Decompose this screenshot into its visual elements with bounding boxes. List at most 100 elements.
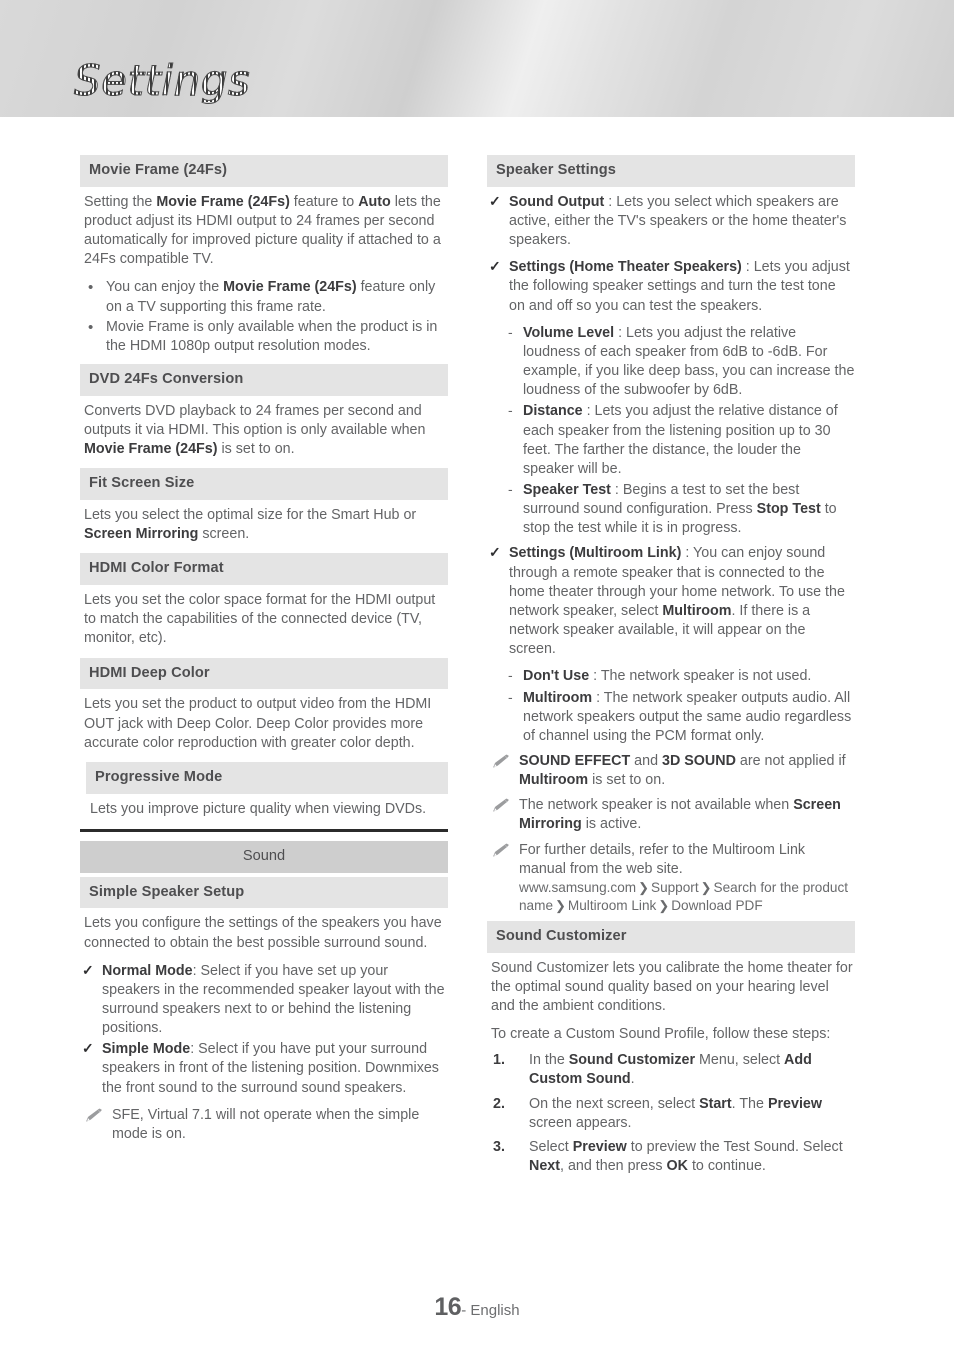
step-number: 3. [493,1138,505,1155]
text-bold: Auto [358,193,391,210]
pencil-note-icon [491,798,509,813]
list-item: - Multiroom : The network speaker outputs… [507,689,855,746]
text-fragment: are not applied if [735,753,846,769]
text-fragment: , and then press [560,1158,667,1174]
dash-icon: - [508,667,513,684]
text-bold: Preview [767,1095,822,1112]
list-item-note: SFE, Virtual 7.1 will not operate when t… [82,1106,448,1144]
text-fragment: screen appears. [529,1114,632,1131]
section-heading-hdmi-deep-color: HDMI Deep Color [80,657,448,690]
text-bold: Multiroom [523,689,593,706]
section-heading-movie-frame: Movie Frame (24Fs) [80,155,448,187]
step-number: 2. [493,1095,505,1112]
check-icon: ✓ [489,192,501,209]
url-part: Download PDF [671,897,763,913]
text-fragment: On the next screen, select [529,1095,700,1112]
list-item: - Speaker Test : Begins a test to set the… [507,481,855,538]
text-bold: Start [699,1095,732,1112]
text-bold: Volume Level [523,324,615,341]
list-item-step: 2. On the next screen, select Start. The … [491,1095,855,1133]
step-number: 1. [493,1052,505,1069]
dash-icon: - [508,480,513,497]
text-fragment: to preview the Test Sound. Select [626,1138,843,1155]
section-heading-fit-screen-size: Fit Screen Size [80,468,448,501]
text-fragment: You can enjoy the [106,279,224,296]
text-fragment: Lets you select the optimal size for the… [84,507,417,524]
text-bold: OK [666,1158,688,1174]
page-number: 16 [434,1293,462,1321]
list-item: ✓ Simple Mode: Select if you have put you… [82,1040,448,1097]
text-bold: Multiroom [662,602,732,619]
text-fragment: For further details, refer to the Multir… [519,841,806,877]
check-list-sound-output: ✓ Sound Output : Lets you select which sp… [487,193,855,250]
section-heading-dvd-24fs-conversion: DVD 24Fs Conversion [80,364,448,396]
group-heading-sound: Sound [80,840,448,873]
list-item: - Don't Use : The network speaker is not … [507,667,855,686]
section-heading-sound-customizer: Sound Customizer [487,920,855,953]
dash-list-home-theater-subitems: - Volume Level : Lets you adjust the rela… [507,324,855,539]
text-bold: Movie Frame (24Fs) [84,441,218,458]
dash-icon: - [508,323,513,340]
text-fragment: . The [731,1095,768,1112]
pencil-note-icon [491,843,509,858]
page-content: Movie Frame (24Fs) Setting the Movie Fra… [0,117,954,1354]
text-bold: Settings (Multiroom Link) [509,545,682,562]
dash-icon: - [508,402,513,419]
list-item: ✓ Sound Output : Lets you select which sp… [489,193,855,250]
text-bold: Next [529,1158,560,1174]
list-item: • You can enjoy the Movie Frame (24Fs) fe… [84,278,448,316]
text-bold: Sound Output [509,193,605,210]
list-item: • Movie Frame is only available when the … [84,318,448,356]
text-bold: Sound Customizer [568,1052,696,1069]
text-fragment: Select [529,1138,573,1155]
list-item-note: SOUND EFFECT and 3D SOUND are not applie… [489,752,855,790]
section-divider [80,828,448,832]
list-item: - Volume Level : Lets you adjust the rela… [507,324,855,401]
url-part: www.samsung.com [519,879,637,895]
text-bold: Movie Frame (24Fs) [223,279,357,296]
list-item-step: 3. Select Preview to preview the Test Sou… [491,1138,855,1176]
paragraph-fit-screen-size: Lets you select the optimal size for the… [80,506,448,544]
text-fragment: to continue. [687,1158,766,1174]
section-heading-progressive-mode: Progressive Mode [86,761,448,794]
paragraph-hdmi-deep-color: Lets you set the product to output video… [84,696,432,751]
left-column: Movie Frame (24Fs) Setting the Movie Fra… [80,155,448,1150]
check-list-speaker-modes: ✓ Normal Mode: Select if you have set up … [80,962,448,1098]
list-item: ✓ Settings (Home Theater Speakers) : Lets… [489,258,855,315]
text-bold: Simple Mode [102,1041,191,1058]
text-bold: SOUND EFFECT [519,753,631,769]
text-fragment: screen. [198,526,250,543]
text-bold: Stop Test [756,501,821,518]
text-bold: Multiroom [519,772,589,789]
paragraph-hdmi-color-format: Lets you set the color space format for … [84,592,436,647]
pencil-note-icon [491,754,509,769]
paragraph-movie-frame: Setting the Movie Frame (24Fs) feature t… [80,193,448,270]
check-icon: ✓ [82,1040,94,1057]
check-list-settings-multiroom: ✓ Settings (Multiroom Link) : You can enj… [487,544,855,659]
paragraph-simple-speaker-setup: Lets you configure the settings of the s… [84,915,442,951]
text-fragment: and [630,753,663,769]
pencil-note-icon [84,1108,102,1123]
text-bold: Preview [572,1138,627,1155]
text-fragment: . [630,1071,635,1088]
chevron-right-icon: ❯ [700,879,712,895]
list-item: ✓ Normal Mode: Select if you have set up … [82,962,448,1039]
list-item: - Distance : Lets you adjust the relative… [507,402,855,479]
text-bold: Speaker Test [523,481,611,498]
text-fragment: is set to on. [588,772,666,789]
url-part: Support [651,879,699,895]
text-bold: Movie Frame (24Fs) [156,193,290,210]
note-list-simple-speaker-setup: SFE, Virtual 7.1 will not operate when t… [80,1106,448,1144]
numbered-steps-custom-sound-profile: 1. In the Sound Customizer Menu, select A… [491,1051,855,1176]
check-icon: ✓ [82,961,94,978]
text-fragment: In the [529,1052,569,1069]
paragraph-dvd-24fs: Converts DVD playback to 24 frames per s… [80,402,448,459]
text-bold: Distance [523,403,583,420]
text-fragment: Setting the [84,193,157,210]
list-item-note: The network speaker is not available whe… [489,796,855,834]
page-title: Settings [73,56,251,105]
text-fragment: : The network speaker is not used. [589,668,812,685]
text-bold: 3D SOUND [662,753,736,769]
page-language-label: - English [461,1302,520,1319]
text-fragment: The network speaker is not available whe… [519,797,794,814]
